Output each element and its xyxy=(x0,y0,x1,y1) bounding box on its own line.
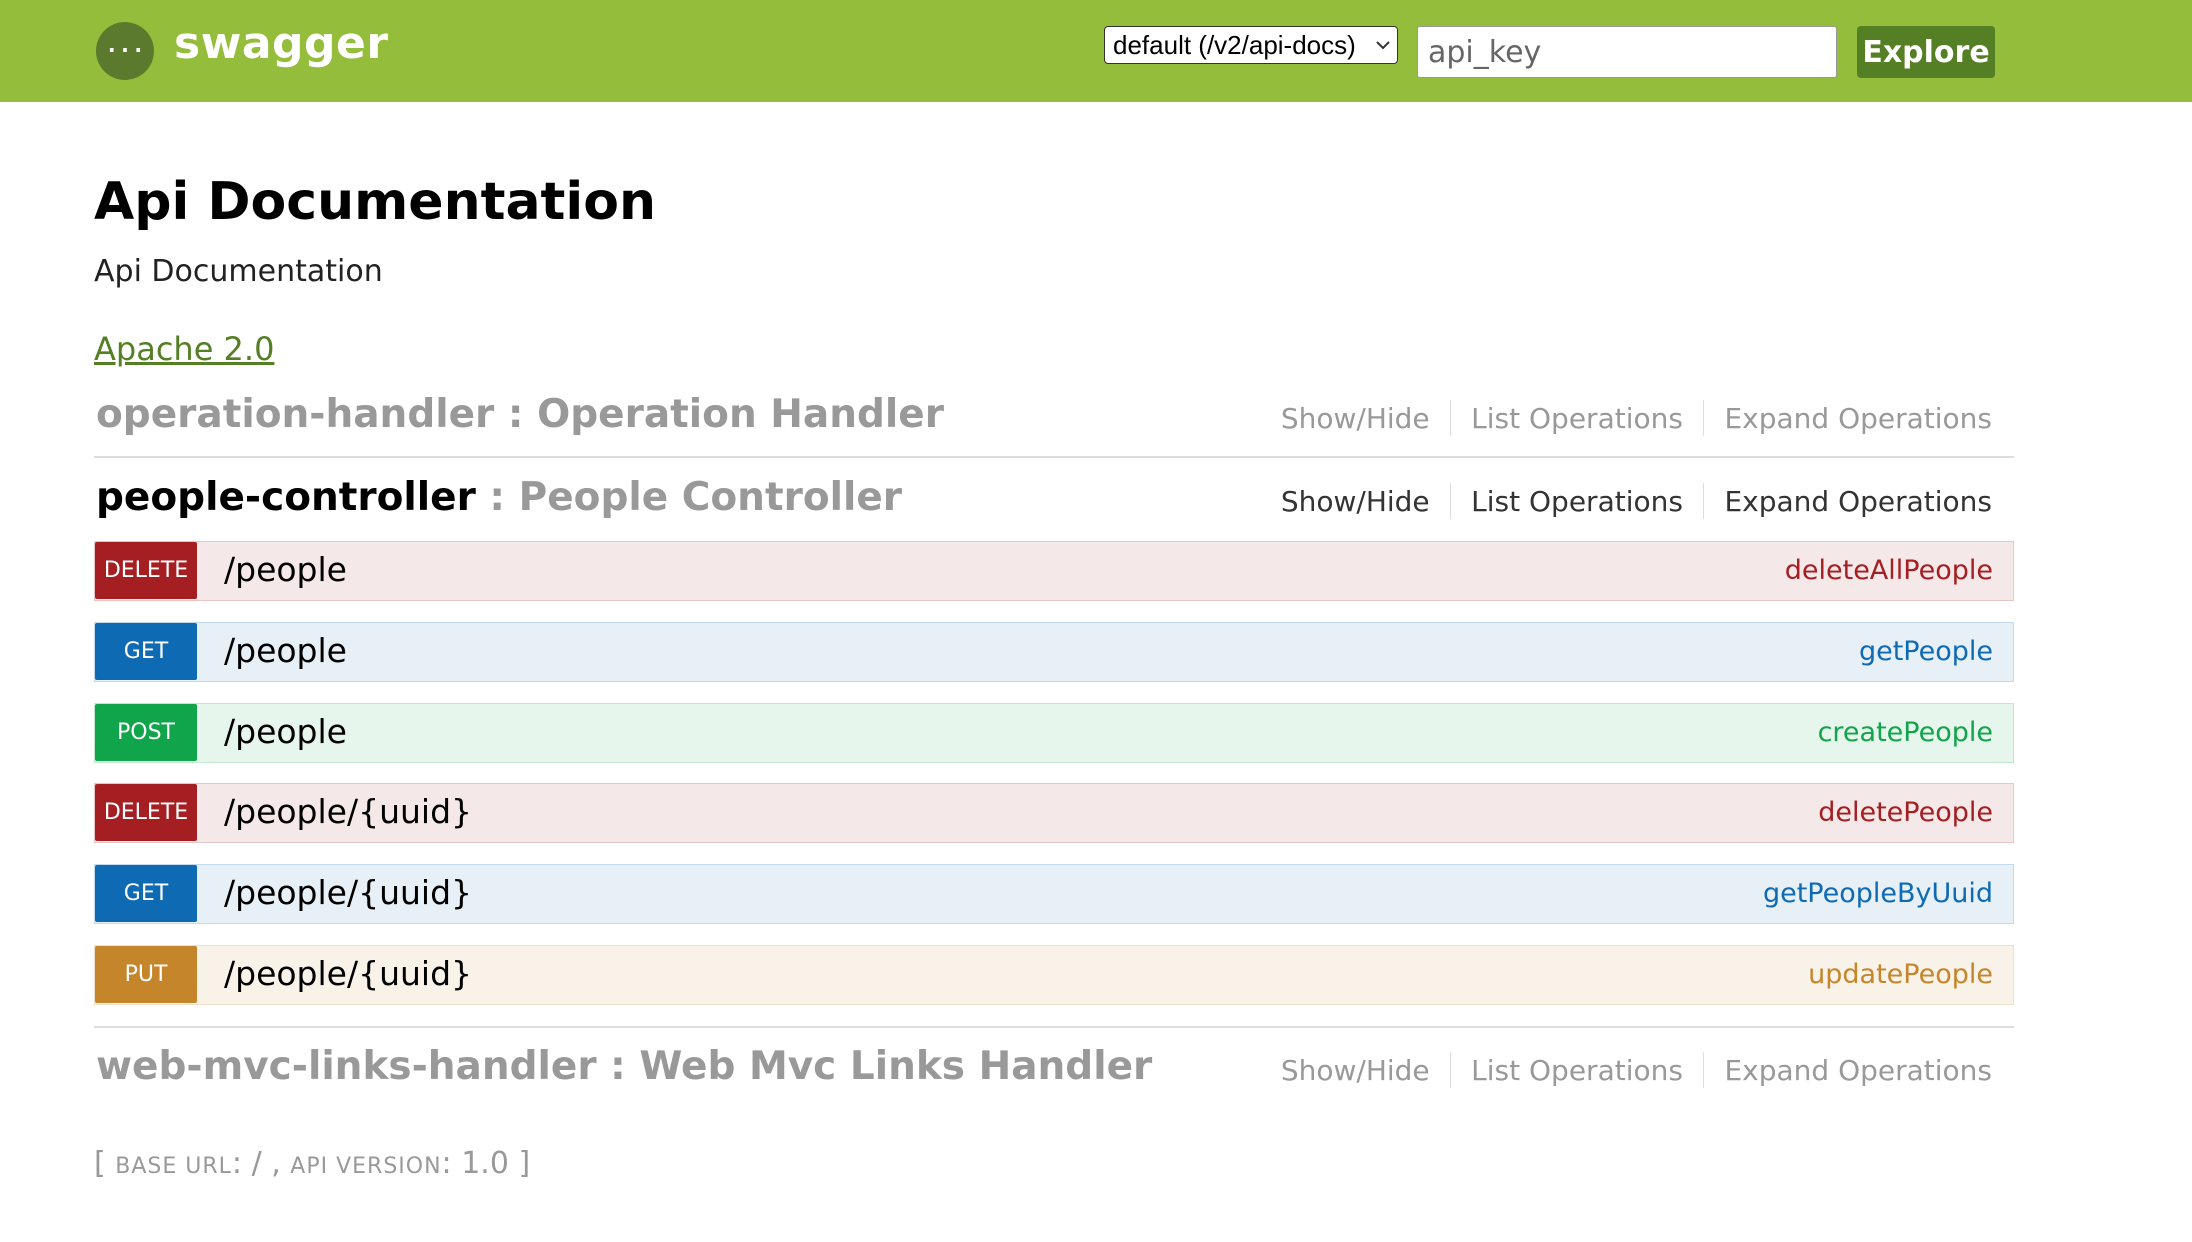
http-method-badge[interactable]: POST xyxy=(95,704,197,761)
http-method-badge[interactable]: GET xyxy=(95,865,197,922)
spec-select-value: default (/v2/api-docs) xyxy=(1113,29,1356,60)
resource-name[interactable]: people-controller xyxy=(96,475,476,520)
operation-row[interactable]: DELETE /people deleteAllPeople xyxy=(94,541,2014,601)
operation-nickname[interactable]: deletePeople xyxy=(1818,797,1993,828)
base-url-value: / xyxy=(251,1146,262,1181)
svg-text:{···}: {···} xyxy=(105,39,145,64)
resource-actions: Show/Hide List Operations Expand Operati… xyxy=(1281,1052,1992,1088)
resource-name[interactable]: operation-handler xyxy=(96,392,494,437)
operation-nickname[interactable]: deleteAllPeople xyxy=(1785,555,1993,586)
resource-actions: Show/Hide List Operations Expand Operati… xyxy=(1281,483,1992,519)
show-hide-link[interactable]: Show/Hide xyxy=(1281,1054,1430,1087)
operation-row[interactable]: POST /people createPeople xyxy=(94,703,2014,763)
show-hide-link[interactable]: Show/Hide xyxy=(1281,402,1430,435)
operation-path[interactable]: /people xyxy=(224,550,347,589)
operation-path[interactable]: /people/{uuid} xyxy=(224,873,472,912)
operation-nickname[interactable]: getPeopleByUuid xyxy=(1763,878,1993,909)
expand-operations-link[interactable]: Expand Operations xyxy=(1724,485,1992,518)
operation-path[interactable]: /people xyxy=(224,631,347,670)
resource-heading[interactable]: people-controller : People Controller xyxy=(96,475,902,520)
resource-heading[interactable]: operation-handler : Operation Handler xyxy=(96,392,944,437)
show-hide-link[interactable]: Show/Hide xyxy=(1281,485,1430,518)
list-operations-link[interactable]: List Operations xyxy=(1471,485,1683,518)
license-link[interactable]: Apache 2.0 xyxy=(94,330,274,368)
operation-nickname[interactable]: createPeople xyxy=(1818,717,1993,748)
http-method-badge[interactable]: PUT xyxy=(95,946,197,1003)
api-version-label: API VERSION xyxy=(290,1154,442,1179)
operation-path[interactable]: /people/{uuid} xyxy=(224,954,472,993)
divider xyxy=(1702,400,1705,436)
resource-description: People Controller xyxy=(518,475,903,520)
chevron-down-icon xyxy=(1369,39,1397,51)
operation-nickname[interactable]: updatePeople xyxy=(1808,959,1993,990)
base-url-label: BASE URL xyxy=(115,1154,232,1179)
api-key-input[interactable] xyxy=(1417,26,1837,78)
divider xyxy=(1449,1052,1452,1088)
resource-web-mvc-links-handler: web-mvc-links-handler : Web Mvc Links Ha… xyxy=(94,1044,2014,1094)
divider xyxy=(1702,1052,1705,1088)
http-method-badge[interactable]: DELETE xyxy=(95,542,197,599)
resource-divider xyxy=(94,1026,2014,1028)
list-operations-link[interactable]: List Operations xyxy=(1471,402,1683,435)
list-operations-link[interactable]: List Operations xyxy=(1471,1054,1683,1087)
resource-name[interactable]: web-mvc-links-handler xyxy=(96,1044,597,1089)
resource-divider xyxy=(94,456,2014,458)
operation-row[interactable]: GET /people/{uuid} getPeopleByUuid xyxy=(94,864,2014,924)
resource-actions: Show/Hide List Operations Expand Operati… xyxy=(1281,400,1992,436)
operation-nickname[interactable]: getPeople xyxy=(1859,636,1993,667)
operation-row[interactable]: GET /people getPeople xyxy=(94,622,2014,682)
http-method-badge[interactable]: DELETE xyxy=(95,784,197,841)
spec-select[interactable]: default (/v2/api-docs) xyxy=(1104,26,1398,64)
expand-operations-link[interactable]: Expand Operations xyxy=(1724,1054,1992,1087)
resource-heading[interactable]: web-mvc-links-handler : Web Mvc Links Ha… xyxy=(96,1044,1152,1089)
operation-path[interactable]: /people/{uuid} xyxy=(224,792,472,831)
logo-text[interactable]: swagger xyxy=(174,18,389,69)
operation-row[interactable]: DELETE /people/{uuid} deletePeople xyxy=(94,783,2014,843)
page-title: Api Documentation xyxy=(94,172,656,232)
explore-button[interactable]: Explore xyxy=(1857,26,1995,78)
api-info-footer: [ BASE URL: / , API VERSION: 1.0 ] xyxy=(94,1146,531,1181)
resource-description: Web Mvc Links Handler xyxy=(639,1044,1153,1089)
resource-people-controller: people-controller : People Controller Sh… xyxy=(94,475,2014,525)
expand-operations-link[interactable]: Expand Operations xyxy=(1724,402,1992,435)
divider xyxy=(1449,400,1452,436)
divider xyxy=(1449,483,1452,519)
api-description: Api Documentation xyxy=(94,254,383,289)
operation-row[interactable]: PUT /people/{uuid} updatePeople xyxy=(94,945,2014,1005)
divider xyxy=(1702,483,1705,519)
resource-operation-handler: operation-handler : Operation Handler Sh… xyxy=(94,392,2014,442)
operation-path[interactable]: /people xyxy=(224,712,347,751)
http-method-badge[interactable]: GET xyxy=(95,623,197,680)
top-bar: {···} swagger default (/v2/api-docs) Exp… xyxy=(0,0,2192,102)
api-version-value: 1.0 xyxy=(461,1146,509,1181)
resource-description: Operation Handler xyxy=(537,392,944,437)
swagger-logo-icon[interactable]: {···} xyxy=(96,22,154,80)
